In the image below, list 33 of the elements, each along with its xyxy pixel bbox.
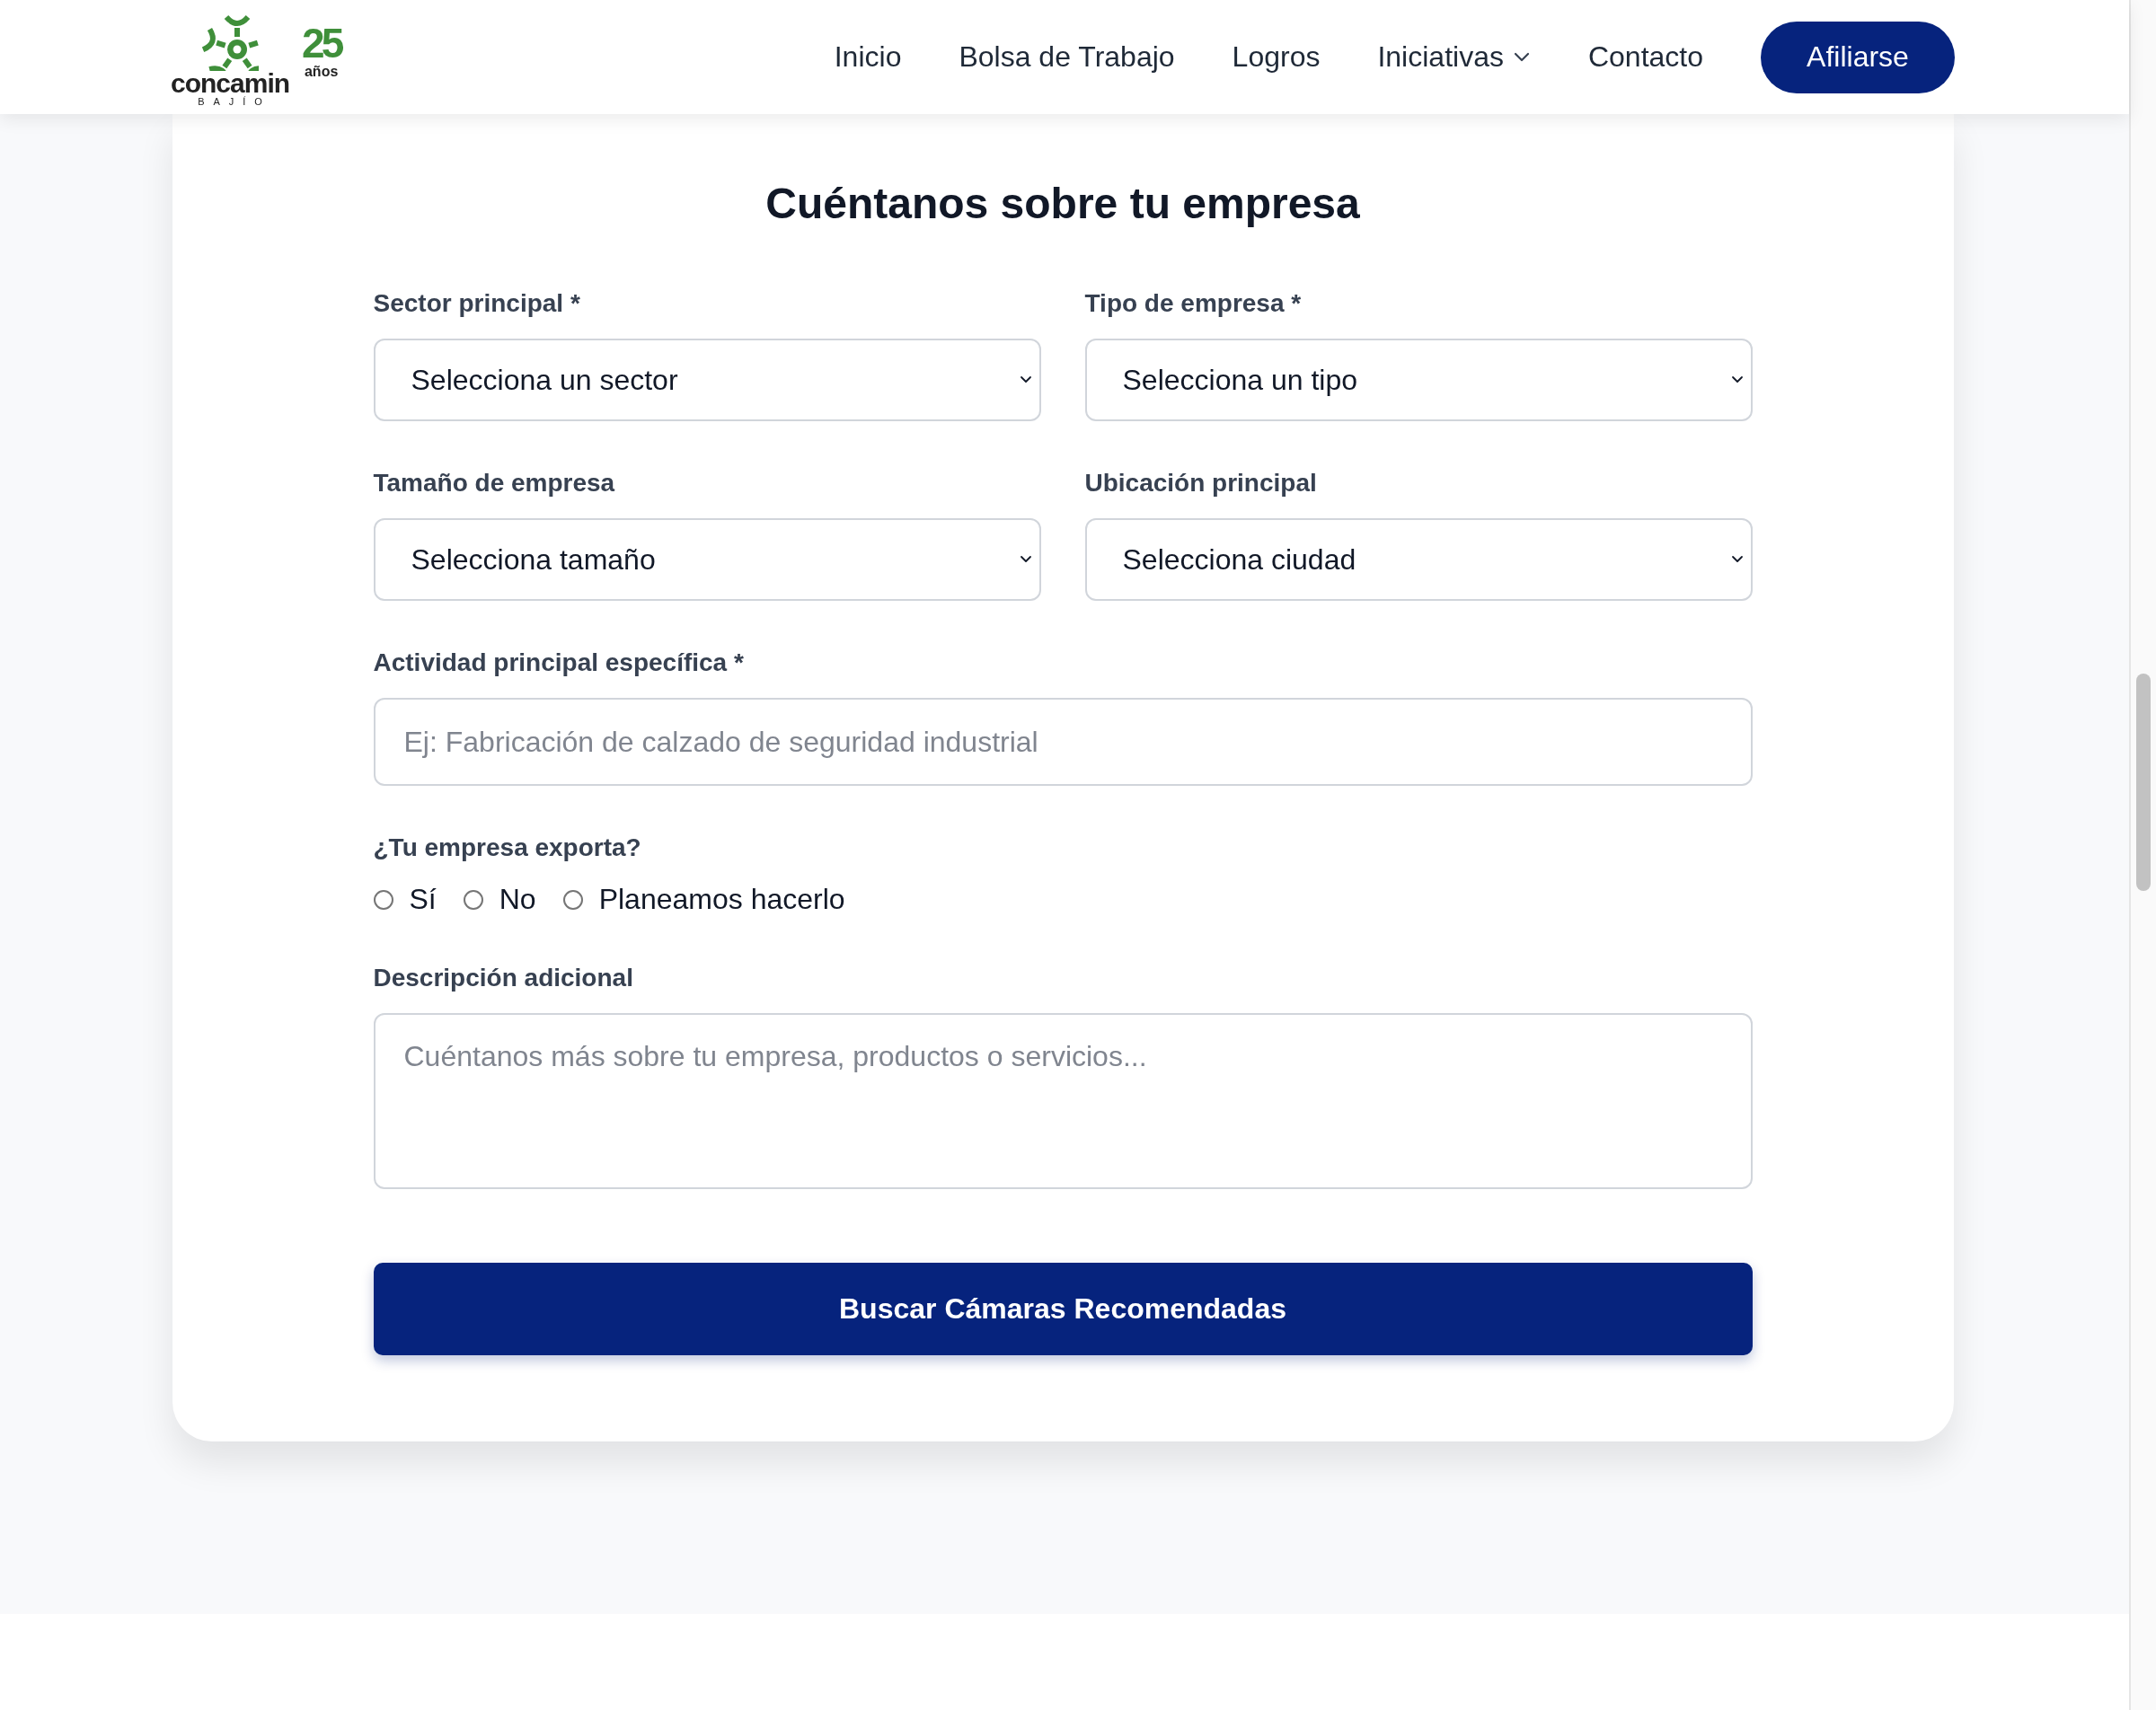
radio-label[interactable]: Planeamos hacerlo (598, 883, 845, 916)
radio-button[interactable] (463, 889, 483, 910)
radio-label[interactable]: Sí (409, 883, 437, 916)
field-label: Actividad principal específica * (373, 648, 745, 678)
nav-link[interactable]: Bolsa de Trabajo (959, 40, 1175, 74)
submit-button[interactable]: Buscar Cámaras Recomendadas (373, 1263, 1753, 1355)
select-field[interactable]: Selecciona tamaño (373, 518, 1041, 601)
field-label: Tamaño de empresa (373, 468, 616, 498)
nav-link[interactable]: Logros (1232, 40, 1321, 74)
scrollbar-thumb[interactable] (2136, 674, 2151, 891)
radio-button[interactable] (373, 889, 393, 910)
field-label: Tipo de empresa * (1084, 288, 1303, 319)
join-button[interactable]: Afiliarse (1761, 21, 1955, 93)
nav-link[interactable]: Inicio (834, 40, 902, 74)
logo-subtitle: BAJÍO (197, 96, 271, 108)
nav-link[interactable]: Contacto (1587, 40, 1703, 74)
select-field[interactable]: Selecciona un tipo (1084, 339, 1753, 421)
logo-emblem-icon (201, 13, 259, 71)
anniversary-text: años (304, 64, 339, 80)
select-field[interactable]: Selecciona ciudad (1084, 518, 1753, 601)
logo-wordmark: concamin (171, 71, 290, 96)
anniversary-number: 25 (302, 22, 341, 64)
textarea-field[interactable]: Cuéntanos más sobre tu empresa, productos o servicios... (373, 1013, 1753, 1189)
radio-button[interactable] (562, 889, 583, 910)
field-label: Sector principal * (373, 288, 581, 319)
select-field[interactable]: Selecciona un sector (373, 339, 1041, 421)
input-field[interactable]: Ej: Fabricación de calzado de seguridad industrial (373, 698, 1753, 786)
form-title: Cuéntanos sobre tu empresa (765, 179, 1360, 229)
radio-label[interactable]: No (499, 883, 536, 916)
nav-dropdown[interactable]: Iniciativas (1377, 40, 1531, 74)
field-label: Descripción adicional (373, 963, 634, 993)
field-label: Ubicación principal (1084, 468, 1318, 498)
field-label: ¿Tu empresa exporta? (373, 833, 642, 863)
